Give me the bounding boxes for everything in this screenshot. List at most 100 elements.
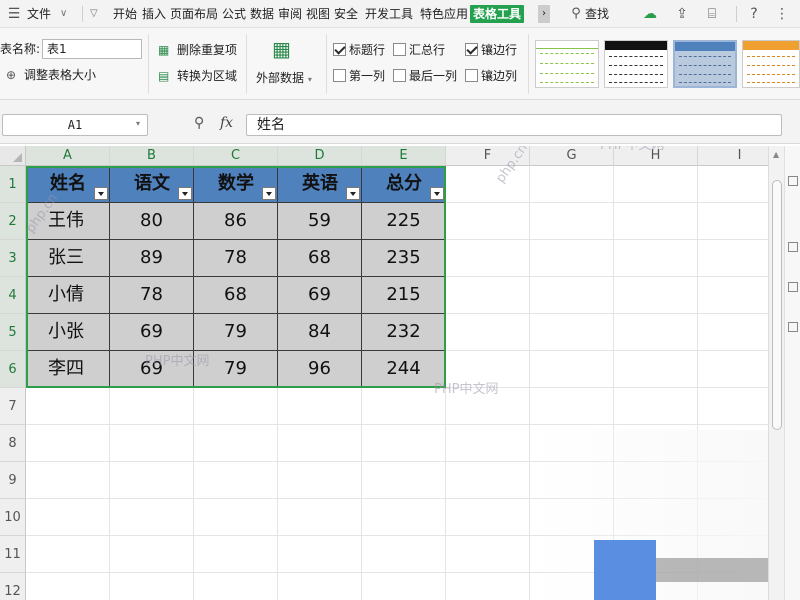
- table-cell[interactable]: 78: [110, 277, 194, 314]
- table-cell[interactable]: 小倩: [26, 277, 110, 314]
- table-cell[interactable]: 215: [362, 277, 446, 314]
- row-header-3[interactable]: 3: [0, 240, 26, 277]
- table-cell[interactable]: 王伟: [26, 203, 110, 240]
- side-panel-icon[interactable]: [788, 282, 798, 292]
- table-cell[interactable]: 68: [194, 277, 278, 314]
- filter-dropdown-icon[interactable]: [346, 187, 360, 200]
- table-cell[interactable]: 96: [278, 351, 362, 388]
- table-cell[interactable]: 78: [194, 240, 278, 277]
- scrollbar-thumb[interactable]: [772, 180, 782, 430]
- tab-review[interactable]: 审阅: [278, 5, 302, 23]
- table-header-total[interactable]: 总分: [362, 166, 446, 203]
- column-header-b[interactable]: B: [110, 146, 194, 166]
- table-header-english[interactable]: 英语: [278, 166, 362, 203]
- cloud-sync-icon[interactable]: ☁: [640, 4, 660, 24]
- table-cell[interactable]: 79: [194, 351, 278, 388]
- tab-table-tools[interactable]: 表格工具: [470, 5, 525, 23]
- table-cell[interactable]: 68: [278, 240, 362, 277]
- row-header-4[interactable]: 4: [0, 277, 26, 314]
- filter-dropdown-icon[interactable]: [262, 187, 276, 200]
- table-cell[interactable]: 李四: [26, 351, 110, 388]
- table-cell[interactable]: 79: [194, 314, 278, 351]
- filter-dropdown-icon[interactable]: [178, 187, 192, 200]
- banded-rows-checkbox[interactable]: [465, 43, 478, 56]
- column-header-c[interactable]: C: [194, 146, 278, 166]
- select-all-corner[interactable]: [0, 146, 26, 166]
- table-style-green[interactable]: [535, 40, 599, 88]
- row-header-7[interactable]: 7: [0, 388, 26, 425]
- vertical-scrollbar[interactable]: ▲: [768, 146, 784, 600]
- name-box[interactable]: A1: [2, 114, 148, 136]
- table-cell[interactable]: 张三: [26, 240, 110, 277]
- name-box-dropdown-icon[interactable]: ▾: [136, 119, 140, 128]
- table-header-math[interactable]: 数学: [194, 166, 278, 203]
- search-icon[interactable]: ⚲: [566, 4, 586, 24]
- tab-home[interactable]: 开始: [113, 5, 137, 23]
- remove-duplicates-button[interactable]: 删除重复项: [177, 42, 237, 58]
- table-header-chinese[interactable]: 语文: [110, 166, 194, 203]
- table-header-name[interactable]: 姓名: [26, 166, 110, 203]
- banded-columns-checkbox[interactable]: [465, 69, 478, 82]
- row-header-2[interactable]: 2: [0, 203, 26, 240]
- tab-special[interactable]: 特色应用: [420, 5, 468, 23]
- table-cell[interactable]: 69: [110, 314, 194, 351]
- row-header-12[interactable]: 12: [0, 573, 26, 600]
- external-data-button[interactable]: 外部数据 ▾: [256, 70, 312, 88]
- tab-view[interactable]: 视图: [306, 5, 330, 23]
- column-header-f[interactable]: F: [446, 146, 530, 166]
- table-cell[interactable]: 235: [362, 240, 446, 277]
- tab-insert[interactable]: 插入: [142, 5, 166, 23]
- side-panel-icon[interactable]: [788, 322, 798, 332]
- table-cell[interactable]: 80: [110, 203, 194, 240]
- search-label[interactable]: 查找: [585, 5, 609, 23]
- table-cell[interactable]: 69: [278, 277, 362, 314]
- table-style-blue[interactable]: [673, 40, 737, 88]
- table-style-black[interactable]: [604, 40, 668, 88]
- first-column-checkbox[interactable]: [333, 69, 346, 82]
- total-row-checkbox[interactable]: [393, 43, 406, 56]
- tab-developer[interactable]: 开发工具: [365, 5, 413, 23]
- table-cell[interactable]: 86: [194, 203, 278, 240]
- tab-page-layout[interactable]: 页面布局: [170, 5, 218, 23]
- row-header-6[interactable]: 6: [0, 351, 26, 388]
- table-cell[interactable]: 225: [362, 203, 446, 240]
- column-header-d[interactable]: D: [278, 146, 362, 166]
- filter-dropdown-icon[interactable]: [430, 187, 444, 200]
- tab-formulas[interactable]: 公式: [222, 5, 246, 23]
- formula-input[interactable]: 姓名: [246, 114, 782, 136]
- column-header-i[interactable]: I: [698, 146, 768, 166]
- side-panel-icon[interactable]: [788, 242, 798, 252]
- tab-data[interactable]: 数据: [250, 5, 274, 23]
- convert-to-range-button[interactable]: 转换为区域: [177, 68, 237, 84]
- menu-file[interactable]: 文件: [27, 5, 51, 23]
- filter-dropdown-icon[interactable]: [94, 187, 108, 200]
- table-cell[interactable]: 小张: [26, 314, 110, 351]
- table-cell[interactable]: 232: [362, 314, 446, 351]
- help-icon[interactable]: ?: [744, 4, 764, 24]
- row-header-8[interactable]: 8: [0, 425, 26, 462]
- share-icon[interactable]: ⇪: [672, 4, 692, 24]
- tab-security[interactable]: 安全: [334, 5, 358, 23]
- last-column-checkbox[interactable]: [393, 69, 406, 82]
- table-cell[interactable]: 244: [362, 351, 446, 388]
- column-header-g[interactable]: G: [530, 146, 614, 166]
- toolbox-icon[interactable]: ⌸: [702, 4, 722, 24]
- chevron-down-icon[interactable]: ∨: [60, 5, 67, 23]
- table-cell[interactable]: 69: [110, 351, 194, 388]
- hamburger-icon[interactable]: ☰: [4, 4, 24, 24]
- row-header-5[interactable]: 5: [0, 314, 26, 351]
- more-tabs-icon[interactable]: ›: [538, 5, 550, 23]
- table-name-input[interactable]: 表1: [42, 39, 142, 59]
- column-header-h[interactable]: H: [614, 146, 698, 166]
- scroll-up-icon[interactable]: ▲: [773, 150, 779, 159]
- table-cell[interactable]: 59: [278, 203, 362, 240]
- row-header-1[interactable]: 1: [0, 166, 26, 203]
- table-cell[interactable]: 89: [110, 240, 194, 277]
- row-header-10[interactable]: 10: [0, 499, 26, 536]
- side-panel-icon[interactable]: [788, 176, 798, 186]
- zoom-search-icon[interactable]: ⚲: [194, 115, 204, 131]
- header-row-checkbox[interactable]: [333, 43, 346, 56]
- quick-access-icon[interactable]: ▽: [90, 5, 98, 23]
- column-header-e[interactable]: E: [362, 146, 446, 166]
- resize-table-button[interactable]: 调整表格大小: [24, 67, 96, 83]
